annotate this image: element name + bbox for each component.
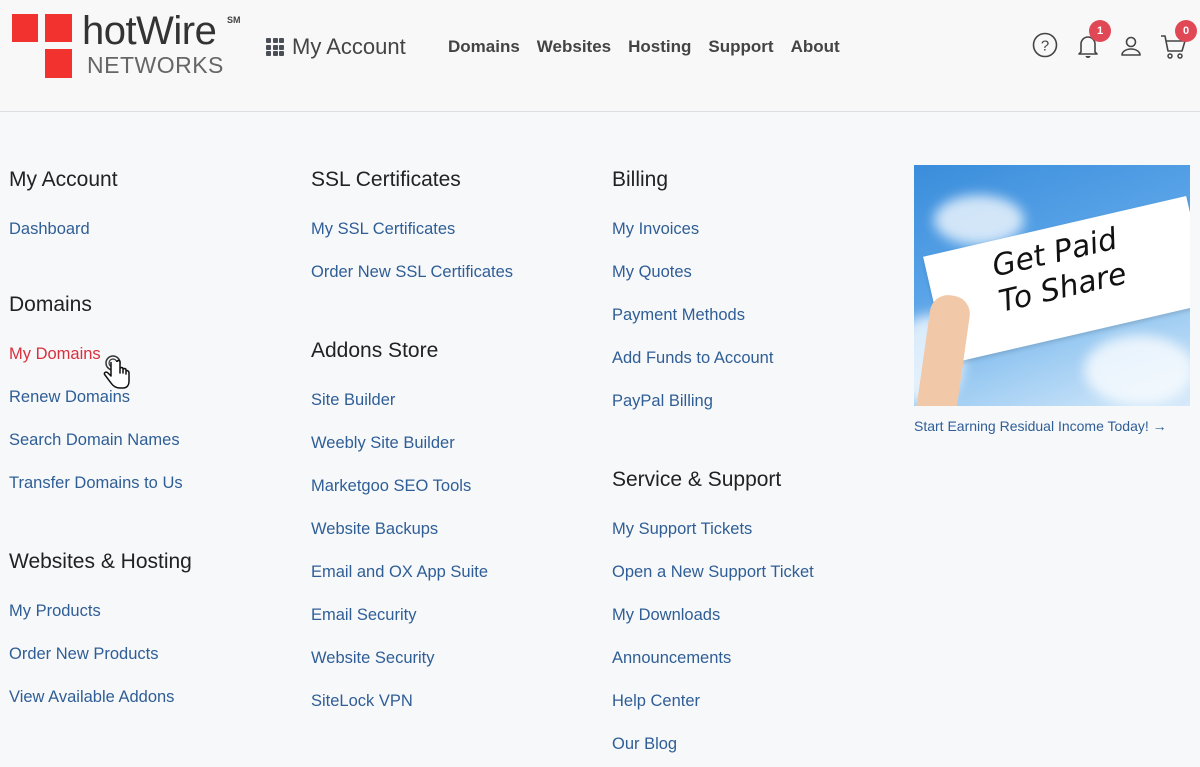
- top-navigation: Domains Websites Hosting Support About: [448, 37, 840, 57]
- site-header: hotWire SM NETWORKS My Account Domains W…: [0, 0, 1200, 112]
- link-payment-methods[interactable]: Payment Methods: [612, 294, 814, 337]
- logo-subtitle: NETWORKS: [87, 52, 224, 78]
- link-my-products[interactable]: My Products: [9, 590, 192, 633]
- link-marketgoo-seo-tools[interactable]: Marketgoo SEO Tools: [311, 465, 513, 508]
- link-help-center[interactable]: Help Center: [612, 680, 814, 723]
- user-icon[interactable]: [1120, 35, 1142, 62]
- link-website-backups[interactable]: Website Backups: [311, 508, 513, 551]
- menu-column-account: My Account Dashboard Domains My Domains …: [9, 168, 192, 719]
- my-account-label: My Account: [292, 34, 406, 59]
- logo-square: [12, 14, 38, 42]
- menu-column-ssl-addons: SSL Certificates My SSL Certificates Ord…: [311, 168, 513, 723]
- menu-column-billing-support: Billing My Invoices My Quotes Payment Me…: [612, 168, 814, 766]
- promo-link[interactable]: Start Earning Residual Income Today! →: [914, 418, 1167, 434]
- link-website-security[interactable]: Website Security: [311, 637, 513, 680]
- link-email-ox-app-suite[interactable]: Email and OX App Suite: [311, 551, 513, 594]
- logo-square: [45, 14, 72, 42]
- link-transfer-domains[interactable]: Transfer Domains to Us: [9, 462, 192, 505]
- section-title-billing: Billing: [612, 168, 669, 191]
- header-icons: ? 1 0: [1030, 20, 1200, 63]
- apps-grid-icon: [266, 38, 284, 56]
- link-my-support-tickets[interactable]: My Support Tickets: [612, 508, 814, 551]
- link-add-funds[interactable]: Add Funds to Account: [612, 337, 814, 380]
- link-dashboard[interactable]: Dashboard: [9, 208, 192, 251]
- section-title-domains: Domains: [9, 293, 92, 316]
- nav-websites[interactable]: Websites: [537, 37, 611, 57]
- section-title-service-support: Service & Support: [612, 468, 782, 491]
- cart-count-badge: 0: [1175, 20, 1197, 42]
- nav-support[interactable]: Support: [708, 37, 773, 57]
- link-order-new-products[interactable]: Order New Products: [9, 633, 192, 676]
- link-order-ssl-certificates[interactable]: Order New SSL Certificates: [311, 251, 513, 294]
- link-view-available-addons[interactable]: View Available Addons: [9, 676, 192, 719]
- link-our-blog[interactable]: Our Blog: [612, 723, 814, 766]
- section-title-addons-store: Addons Store: [311, 339, 439, 362]
- link-site-builder[interactable]: Site Builder: [311, 379, 513, 422]
- link-email-security[interactable]: Email Security: [311, 594, 513, 637]
- nav-hosting[interactable]: Hosting: [628, 37, 691, 57]
- my-account-menu-button[interactable]: My Account: [266, 34, 406, 60]
- link-my-quotes[interactable]: My Quotes: [612, 251, 814, 294]
- link-paypal-billing[interactable]: PayPal Billing: [612, 380, 814, 423]
- link-my-invoices[interactable]: My Invoices: [612, 208, 814, 251]
- link-my-ssl-certificates[interactable]: My SSL Certificates: [311, 208, 513, 251]
- logo-brand-text: hotWire: [82, 9, 217, 53]
- notification-count-badge: 1: [1089, 20, 1111, 42]
- svg-text:?: ?: [1041, 38, 1049, 55]
- logo-service-mark: SM: [227, 15, 241, 25]
- hotwire-logo[interactable]: hotWire SM NETWORKS: [12, 9, 252, 80]
- hand-graphic: [915, 292, 973, 406]
- link-search-domain-names[interactable]: Search Domain Names: [9, 419, 192, 462]
- link-sitelock-vpn[interactable]: SiteLock VPN: [311, 680, 513, 723]
- section-title-websites-hosting: Websites & Hosting: [9, 550, 192, 573]
- section-title-my-account: My Account: [9, 168, 118, 191]
- link-my-downloads[interactable]: My Downloads: [612, 594, 814, 637]
- cloud-shape: [1084, 335, 1190, 405]
- help-circle-icon[interactable]: ?: [1032, 32, 1058, 63]
- logo-square: [45, 49, 72, 78]
- link-weebly-site-builder[interactable]: Weebly Site Builder: [311, 422, 513, 465]
- link-announcements[interactable]: Announcements: [612, 637, 814, 680]
- link-open-support-ticket[interactable]: Open a New Support Ticket: [612, 551, 814, 594]
- nav-about[interactable]: About: [791, 37, 840, 57]
- promo-banner-image[interactable]: Get Paid To Share: [914, 165, 1190, 406]
- hand-pointer-cursor-icon: [100, 352, 132, 397]
- section-title-ssl: SSL Certificates: [311, 168, 461, 191]
- nav-domains[interactable]: Domains: [448, 37, 520, 57]
